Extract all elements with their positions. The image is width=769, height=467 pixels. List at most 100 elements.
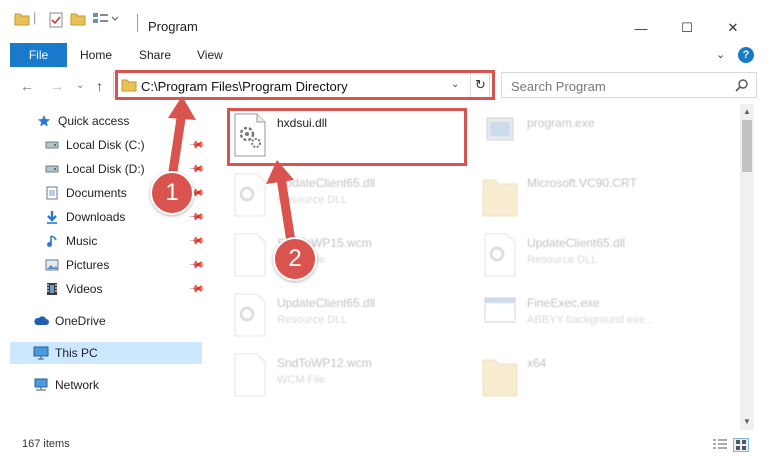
- file-description: ABBYY background exe...: [527, 314, 654, 326]
- refresh-button[interactable]: ↻: [470, 73, 490, 97]
- nav-item-local-disk-d[interactable]: Local Disk (D:): [44, 158, 145, 180]
- recent-locations-button[interactable]: ⌄: [76, 80, 84, 91]
- nav-item-label: Local Disk (C:): [66, 138, 145, 152]
- nav-item-documents[interactable]: Documents: [44, 182, 127, 204]
- nav-item-downloads[interactable]: Downloads: [44, 206, 125, 228]
- nav-item-quick-access[interactable]: Quick access: [36, 110, 129, 132]
- tab-file[interactable]: File: [10, 43, 67, 67]
- search-icon: [735, 78, 749, 95]
- file-item-updateclient65[interactable]: UpdateClient65.dll Resource DLL: [481, 232, 721, 282]
- nav-item-network[interactable]: Network: [33, 374, 99, 396]
- address-bar[interactable]: C:\Program Files\Program Directory ⌄ ↻: [113, 72, 490, 98]
- nav-item-label: Pictures: [66, 258, 110, 272]
- file-item-sndtowp12[interactable]: SndToWP12.wcm WCM File: [231, 352, 471, 402]
- tab-share[interactable]: Share: [139, 48, 171, 62]
- scroll-up-icon[interactable]: ▲: [743, 107, 751, 116]
- file-name: program.exe: [527, 116, 595, 130]
- nav-item-onedrive[interactable]: OneDrive: [33, 310, 106, 332]
- status-bar: 167 items: [0, 432, 769, 457]
- file-item-updateclient65[interactable]: UpdateClient65.dll Resource DLL: [231, 292, 471, 342]
- file-item-hxdsui[interactable]: hxdsui.dll: [231, 112, 471, 162]
- scrollbar-thumb[interactable]: [742, 120, 752, 172]
- address-path[interactable]: C:\Program Files\Program Directory: [141, 79, 348, 94]
- folder-icon: [121, 78, 137, 95]
- properties-icon[interactable]: [48, 12, 64, 31]
- dll-icon: [481, 232, 519, 278]
- file-icon: [231, 232, 269, 278]
- file-name: UpdateClient65.dll: [277, 296, 376, 310]
- dll-icon: [231, 112, 269, 158]
- title-bar: | Program — ☐ ✕: [0, 0, 769, 40]
- drive-icon: [44, 161, 60, 177]
- up-button[interactable]: ↑: [96, 78, 103, 94]
- drive-icon: [44, 137, 60, 153]
- nav-item-label: Videos: [66, 282, 103, 296]
- network-icon: [33, 377, 49, 393]
- callout-badge-2: 2: [273, 237, 317, 281]
- computer-icon: [33, 345, 49, 361]
- file-name: Microsoft.VC90.CRT: [527, 176, 637, 190]
- nav-item-label: Music: [66, 234, 98, 248]
- file-name: hxdsui.dll: [277, 116, 328, 130]
- file-description: WCM File: [277, 374, 326, 386]
- nav-item-label: This PC: [55, 346, 98, 360]
- vertical-scrollbar[interactable]: ▲ ▼: [740, 104, 754, 430]
- title-separator: [137, 14, 138, 32]
- forward-button[interactable]: →: [50, 78, 64, 94]
- tab-view[interactable]: View: [197, 48, 223, 62]
- file-description: Resource DLL: [527, 254, 598, 266]
- nav-item-videos[interactable]: Videos: [44, 278, 102, 300]
- videos-icon: [44, 281, 60, 297]
- customize-toolbar-icon[interactable]: [92, 12, 120, 29]
- music-icon: [44, 233, 60, 249]
- new-folder-icon[interactable]: [70, 12, 86, 29]
- file-item-microsoft-vc90-crt[interactable]: Microsoft.VC90.CRT: [481, 172, 721, 222]
- minimize-button[interactable]: —: [631, 18, 651, 38]
- nav-item-music[interactable]: Music: [44, 230, 97, 252]
- tab-home[interactable]: Home: [80, 48, 112, 62]
- search-box[interactable]: Search Program: [501, 72, 757, 98]
- file-description: Resource DLL: [277, 194, 348, 206]
- item-count: 167 items: [22, 438, 70, 450]
- file-name: UpdateClient65.dll: [277, 176, 376, 190]
- documents-icon: [44, 185, 60, 201]
- nav-item-pictures[interactable]: Pictures: [44, 254, 109, 276]
- exe-icon: [481, 112, 519, 158]
- nav-item-label: Quick access: [58, 114, 130, 128]
- cloud-icon: [33, 313, 49, 329]
- nav-item-local-disk-c[interactable]: Local Disk (C:): [44, 134, 145, 156]
- address-row: ← → ⌄ ↑ C:\Program Files\Program Directo…: [0, 70, 769, 100]
- ribbon-tabs: File Home Share View ⌄ ?: [0, 43, 769, 67]
- back-button[interactable]: ←: [20, 78, 34, 94]
- file-item-program-exe[interactable]: program.exe: [481, 112, 721, 162]
- callout-badge-1: 1: [150, 171, 194, 215]
- large-icons-view-icon[interactable]: [733, 438, 749, 452]
- file-name: SndToWP12.wcm: [277, 356, 372, 370]
- folder-icon: [481, 172, 519, 218]
- folder-icon: [14, 12, 30, 29]
- nav-item-label: Local Disk (D:): [66, 162, 145, 176]
- file-item-sndtowp15[interactable]: SndToWP15.wcm WCM File: [231, 232, 471, 282]
- scroll-down-icon[interactable]: ▼: [743, 417, 751, 426]
- file-item-updateclient65[interactable]: UpdateClient65.dll Resource DLL: [231, 172, 471, 222]
- file-name: x64: [527, 356, 547, 370]
- file-description: Resource DLL: [277, 314, 348, 326]
- maximize-button[interactable]: ☐: [677, 18, 697, 38]
- expand-ribbon-icon[interactable]: ⌄: [716, 48, 725, 61]
- pictures-icon: [44, 257, 60, 273]
- file-name: UpdateClient65.dll: [527, 236, 626, 250]
- nav-item-label: Documents: [66, 186, 127, 200]
- file-item-x64[interactable]: x64: [481, 352, 721, 402]
- search-input[interactable]: Search Program: [511, 79, 606, 94]
- star-icon: [36, 113, 52, 129]
- file-item-fineexec-exe[interactable]: FineExec.exe ABBYY background exe...: [481, 292, 721, 342]
- address-dropdown-icon[interactable]: ⌄: [451, 79, 459, 90]
- dll-icon: [231, 172, 269, 218]
- separator-bar: |: [33, 10, 37, 25]
- nav-item-this-pc[interactable]: This PC: [33, 342, 98, 364]
- close-button[interactable]: ✕: [723, 18, 743, 38]
- details-view-icon[interactable]: [712, 438, 728, 452]
- help-icon[interactable]: ?: [738, 47, 754, 63]
- folder-icon: [481, 352, 519, 398]
- nav-item-label: OneDrive: [55, 314, 106, 328]
